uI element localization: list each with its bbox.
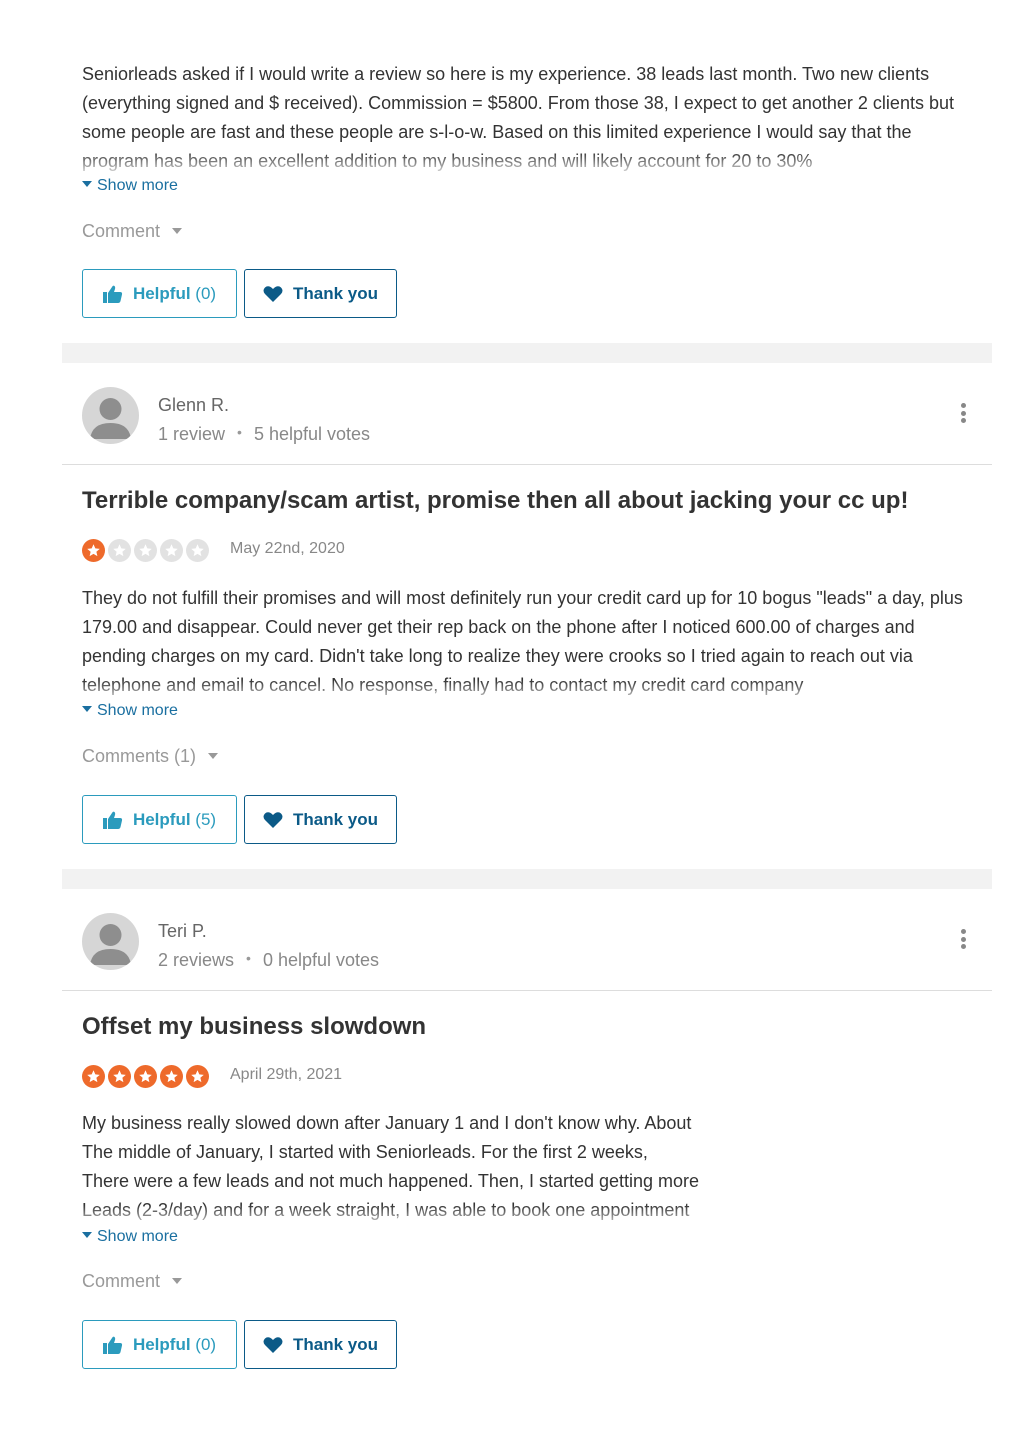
show-more-label: Show more [97, 177, 178, 194]
user-avatar-icon [82, 387, 139, 444]
show-more-link[interactable]: Show more [82, 1228, 178, 1246]
caret-down-icon [172, 1278, 183, 1284]
review-title: Offset my business slowdown [82, 1013, 427, 1040]
helpful-count: (0) [195, 1334, 217, 1354]
reviewer-name[interactable]: Glenn R. [158, 395, 229, 416]
comment-toggle[interactable]: Comments (1) [82, 746, 219, 767]
helpful-button[interactable]: Helpful (5) [82, 795, 237, 844]
caret-down-icon [82, 1232, 92, 1238]
text-fade [82, 1205, 762, 1227]
helpful-label: Helpful [132, 809, 191, 829]
review-text: They do not fulfill their promises and w… [82, 588, 963, 695]
star-icon [134, 1065, 157, 1088]
review-card: Seniorleads asked if I would write a rev… [62, 0, 992, 343]
reviewer-header: Teri P. 2 reviews • 0 helpful votes [62, 889, 992, 991]
comment-label: Comment [82, 221, 161, 241]
thumbs-up-icon [102, 1336, 123, 1354]
star-icon [160, 539, 183, 562]
reviewer-stats: 2 reviews • 0 helpful votes [158, 950, 379, 971]
helpful-label: Helpful [132, 1334, 191, 1354]
heart-icon [263, 811, 283, 828]
review-date: April 29th, 2021 [230, 1066, 343, 1083]
dot-separator: • [246, 950, 251, 966]
review-line: There were a few leads and not much happ… [82, 1171, 700, 1191]
helpful-button[interactable]: Helpful (0) [82, 269, 237, 318]
thank-you-label: Thank you [292, 809, 378, 829]
show-more-label: Show more [97, 1228, 178, 1245]
review-separator [62, 343, 992, 363]
review-date: May 22nd, 2020 [230, 540, 345, 557]
thank-you-button[interactable]: Thank you [244, 269, 397, 318]
helpful-button[interactable]: Helpful (0) [82, 1320, 237, 1369]
reviewer-stats: 1 review • 5 helpful votes [158, 424, 370, 445]
review-count: 1 review [158, 424, 226, 444]
thank-you-label: Thank you [292, 283, 378, 303]
helpful-label: Helpful [132, 283, 191, 303]
star-icon [82, 1065, 105, 1088]
review-separator [62, 869, 992, 889]
review-body: Seniorleads asked if I would write a rev… [82, 60, 972, 174]
helpful-count: (5) [195, 809, 217, 829]
show-more-link[interactable]: Show more [82, 177, 178, 195]
review-body: They do not fulfill their promises and w… [82, 584, 972, 702]
star-icon [108, 1065, 131, 1088]
more-options-icon[interactable] [958, 403, 968, 427]
heart-icon [263, 1336, 283, 1353]
thumbs-up-icon [102, 285, 123, 303]
caret-down-icon [172, 228, 183, 234]
helpful-count: (0) [195, 283, 217, 303]
helpful-votes: 0 helpful votes [262, 950, 380, 970]
more-options-icon[interactable] [958, 929, 968, 953]
star-icon [82, 539, 105, 562]
star-rating [82, 539, 209, 563]
thumbs-up-icon [102, 811, 123, 829]
show-more-link[interactable]: Show more [82, 702, 178, 720]
comment-label: Comments (1) [82, 746, 197, 766]
star-icon [108, 539, 131, 562]
comment-toggle[interactable]: Comment [82, 1271, 183, 1292]
caret-down-icon [82, 181, 92, 187]
review-count: 2 reviews [158, 950, 235, 970]
text-fade [82, 152, 972, 174]
review-card: Glenn R. 1 review • 5 helpful votes Terrib… [62, 363, 992, 869]
review-card: Teri P. 2 reviews • 0 helpful votes Offset… [62, 889, 992, 1379]
review-line: The middle of January, I started with Se… [82, 1142, 648, 1162]
reviewer-name[interactable]: Teri P. [158, 921, 207, 942]
thank-you-button[interactable]: Thank you [244, 1320, 397, 1369]
caret-down-icon [82, 706, 92, 712]
comment-label: Comment [82, 1271, 161, 1291]
star-icon [186, 539, 209, 562]
heart-icon [263, 285, 283, 302]
dot-separator: • [237, 424, 242, 440]
reviewer-header: Glenn R. 1 review • 5 helpful votes [62, 363, 992, 465]
review-body: My business really slowed down after Jan… [82, 1109, 762, 1227]
star-icon [186, 1065, 209, 1088]
review-line: My business really slowed down after Jan… [82, 1113, 692, 1133]
user-avatar-icon [82, 913, 139, 970]
show-more-label: Show more [97, 702, 178, 719]
star-rating [82, 1065, 209, 1089]
star-icon [160, 1065, 183, 1088]
thank-you-button[interactable]: Thank you [244, 795, 397, 844]
comment-toggle[interactable]: Comment [82, 221, 183, 242]
helpful-votes: 5 helpful votes [253, 424, 371, 444]
thank-you-label: Thank you [292, 1334, 378, 1354]
text-fade [82, 680, 972, 702]
star-icon [134, 539, 157, 562]
review-title: Terrible company/scam artist, promise th… [82, 487, 909, 514]
caret-down-icon [208, 753, 219, 759]
